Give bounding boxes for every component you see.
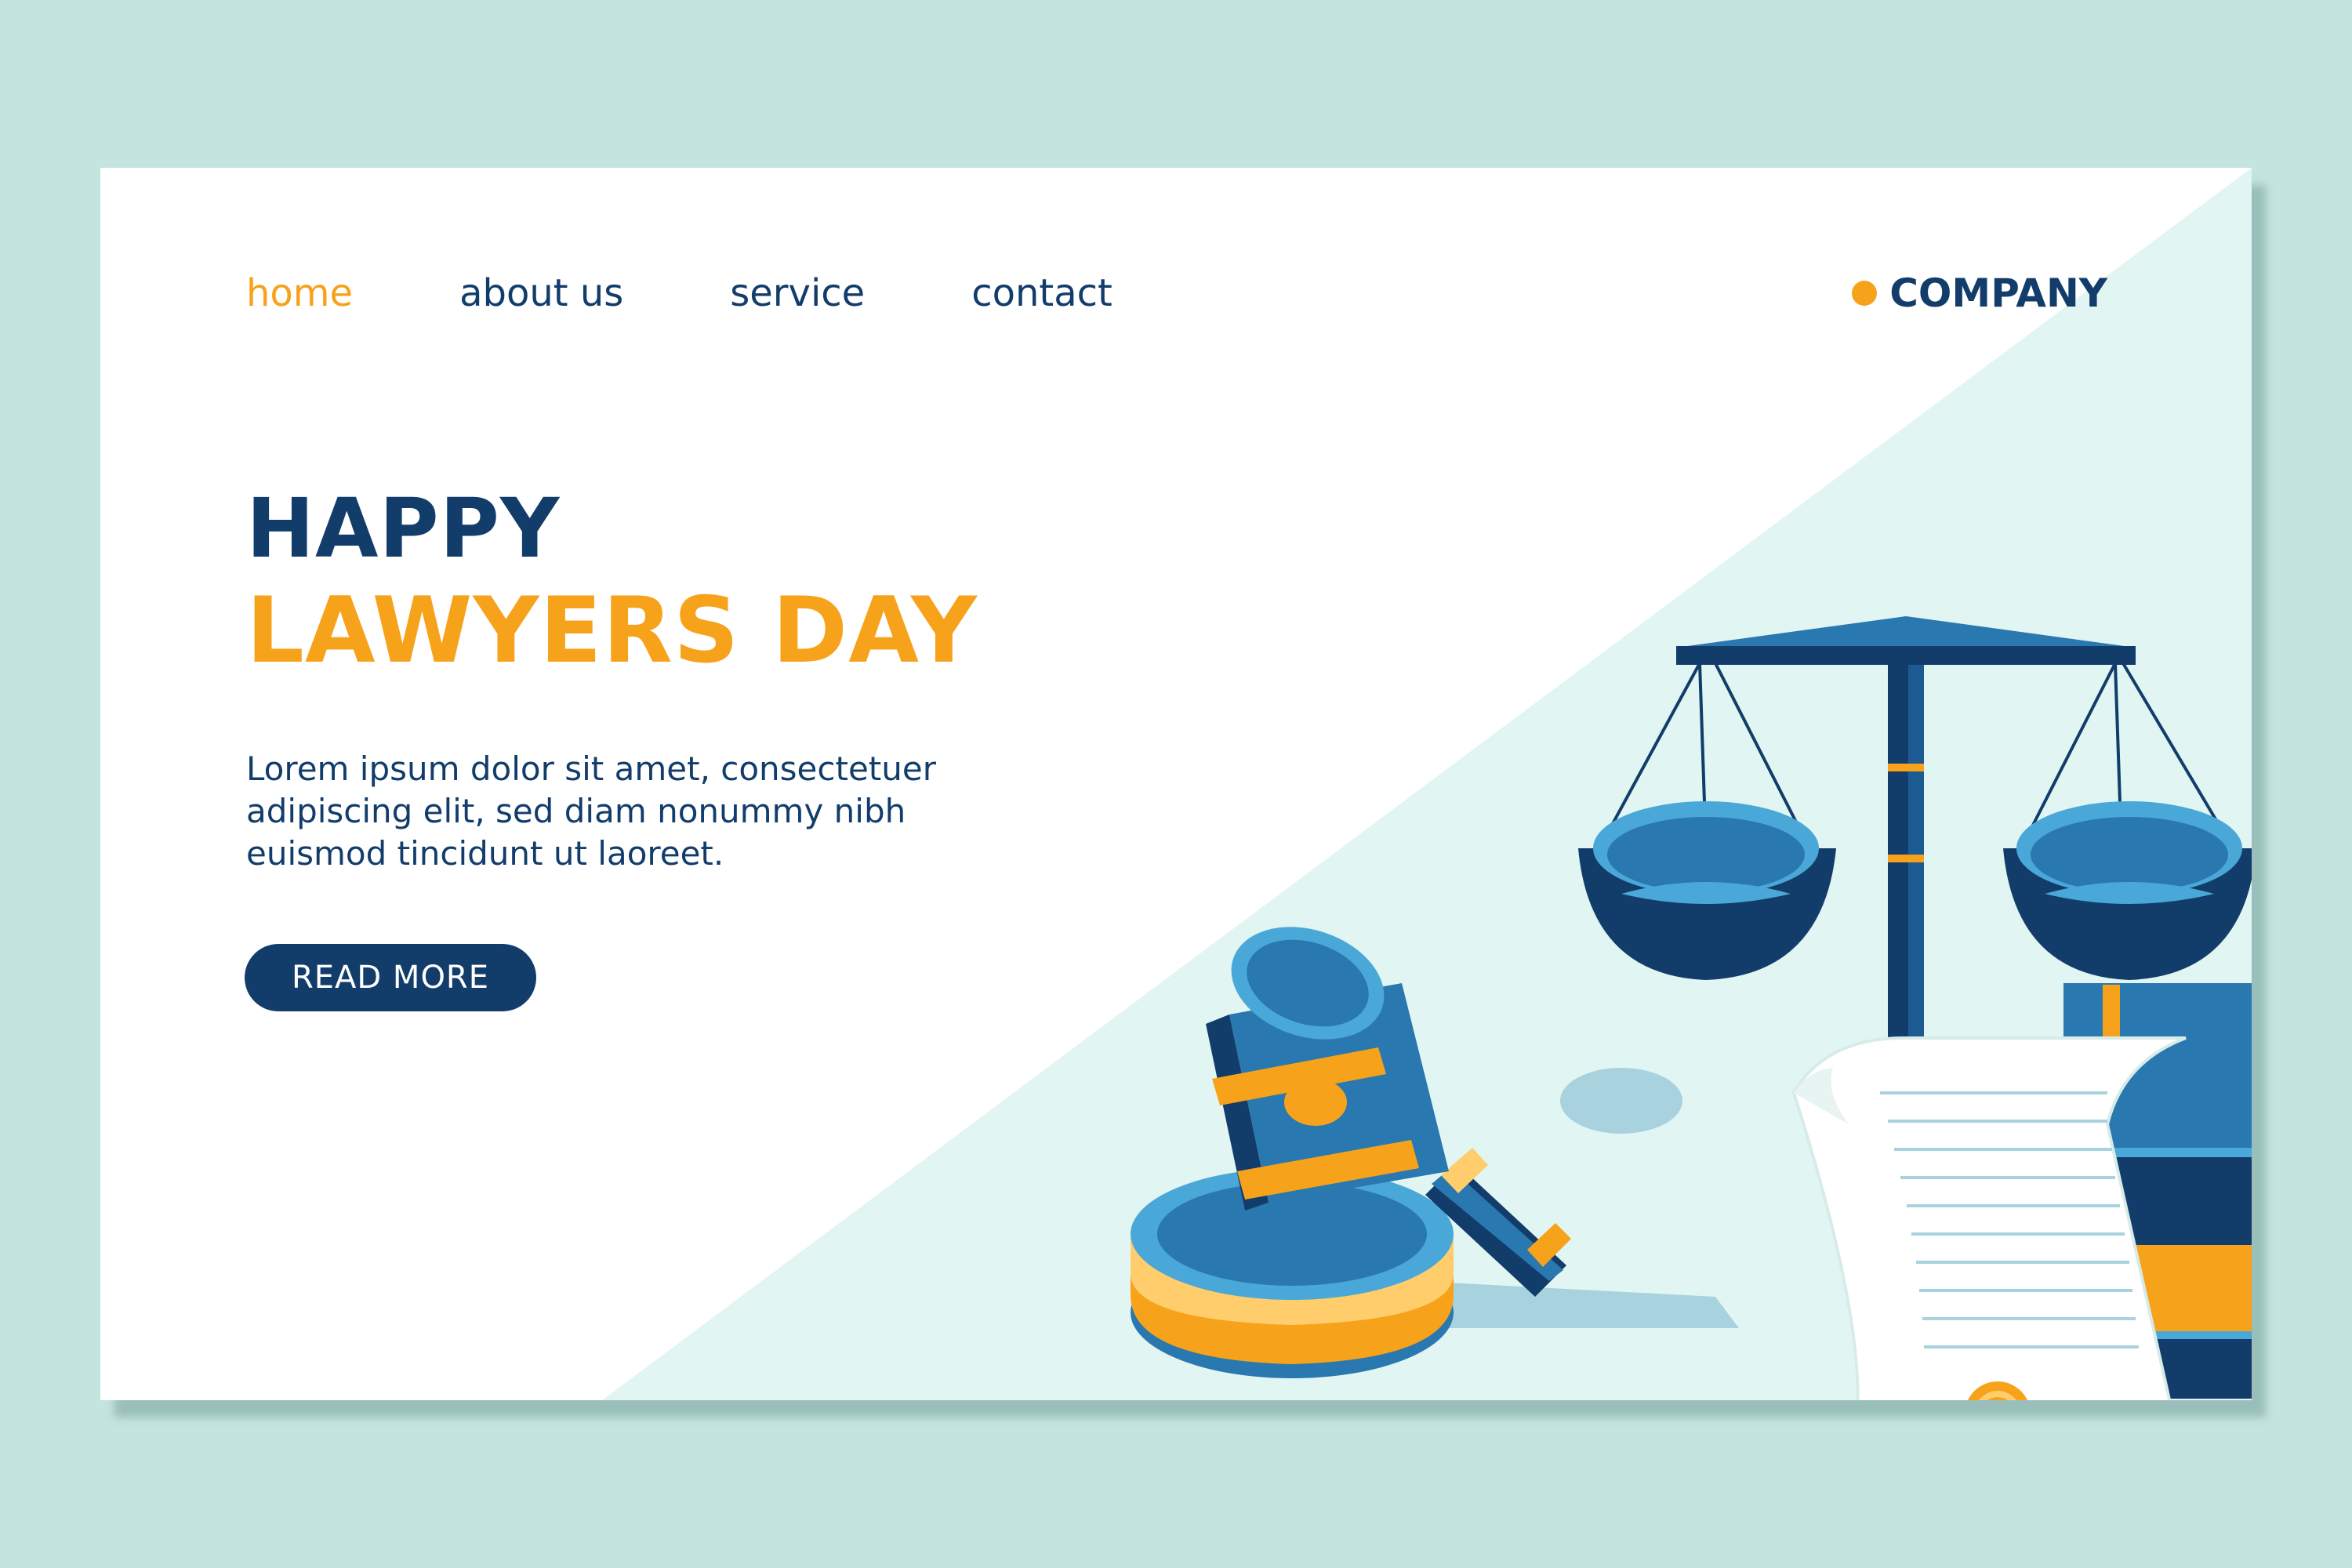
hero-description: Lorem ipsum dolor sit amet, consectetuer… bbox=[246, 750, 936, 873]
read-more-button[interactable]: READ MORE bbox=[245, 944, 536, 1011]
company-logo[interactable]: COMPANY bbox=[1852, 260, 2107, 326]
landing-card: home about us service contact COMPANY HA… bbox=[100, 168, 2252, 1400]
nav-item-service[interactable]: service bbox=[730, 260, 865, 326]
nav-item-contact[interactable]: contact bbox=[971, 260, 1112, 326]
main-nav: home about us service contact bbox=[246, 260, 1112, 326]
company-name: COMPANY bbox=[1889, 270, 2107, 316]
hero-title-line2: LAWYERS DAY bbox=[246, 578, 978, 684]
nav-item-about-us[interactable]: about us bbox=[459, 260, 623, 326]
law-illustration bbox=[1131, 616, 2252, 1400]
hero-title-line1: HAPPY bbox=[246, 481, 561, 576]
nav-item-home[interactable]: home bbox=[246, 260, 353, 326]
brand-dot-icon bbox=[1852, 281, 1878, 306]
